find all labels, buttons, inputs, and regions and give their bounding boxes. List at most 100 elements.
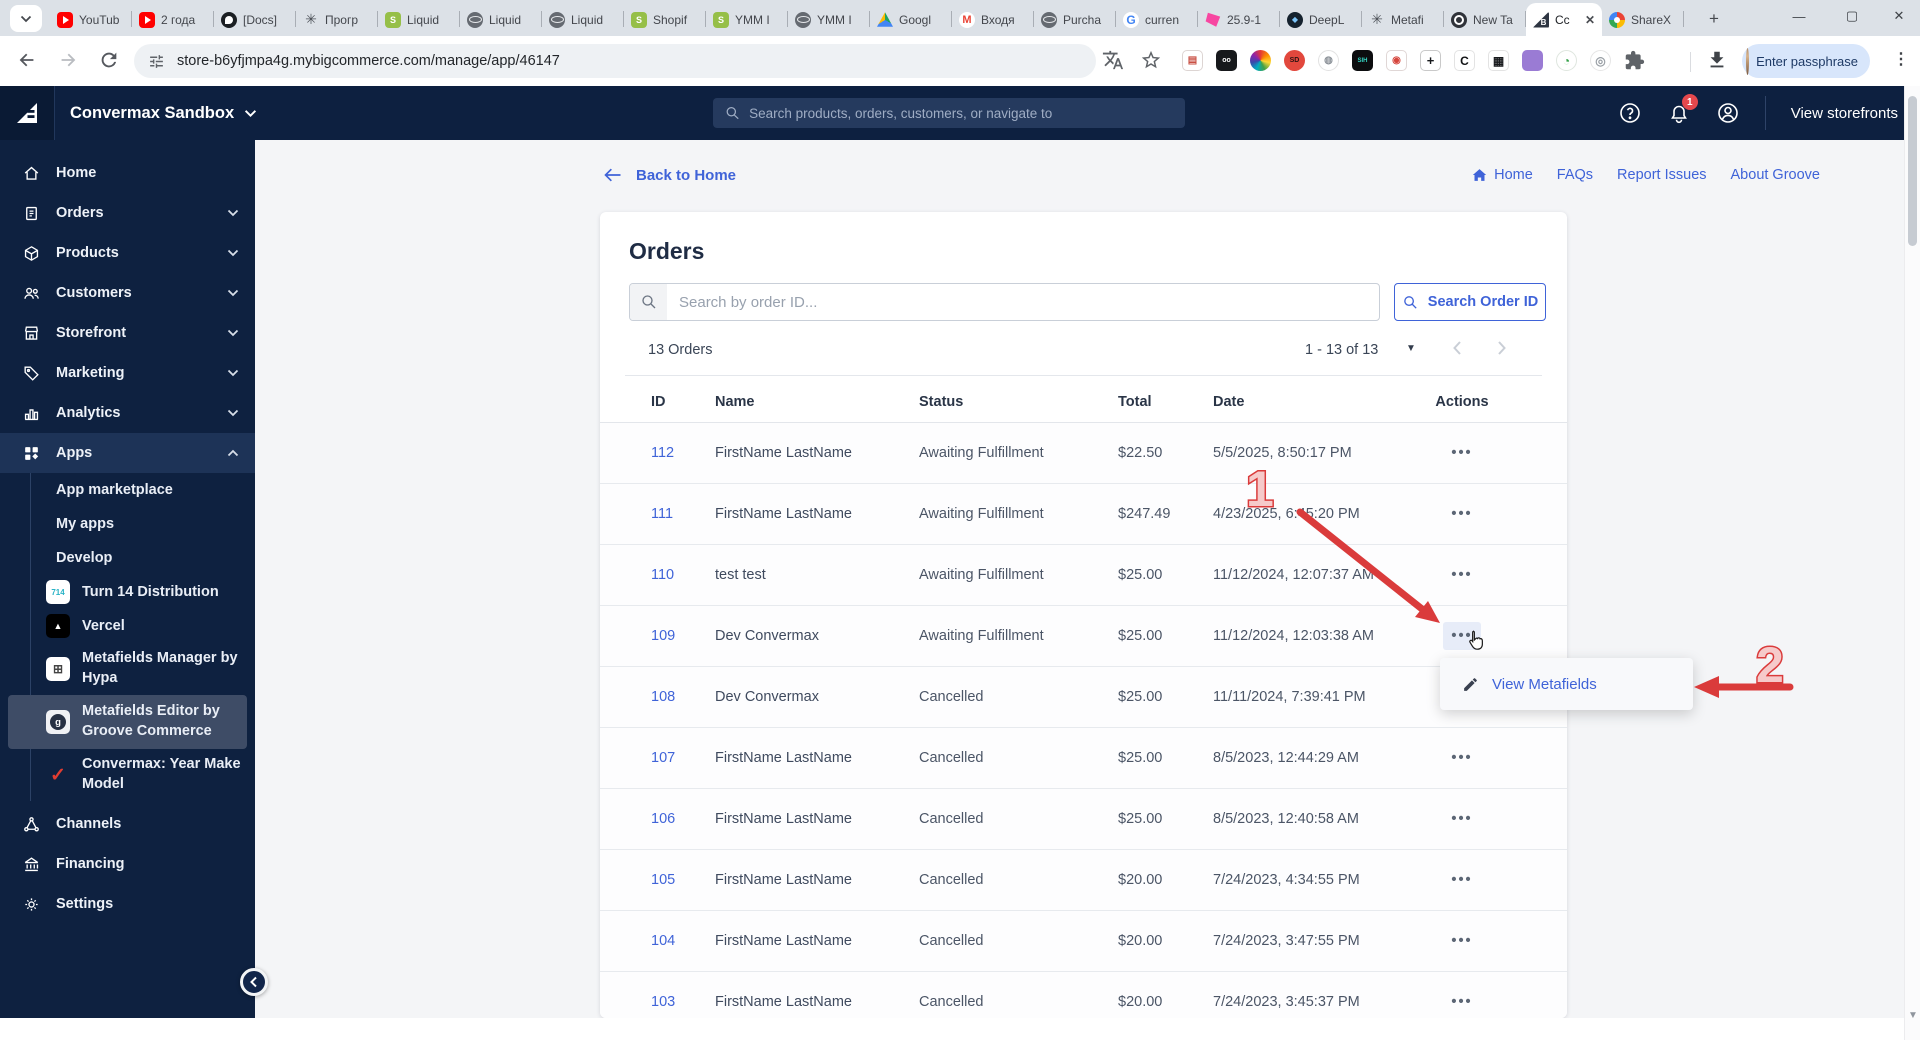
page-scrollbar[interactable]: ▼	[1904, 86, 1920, 1040]
sidebar-item-analytics[interactable]: Analytics	[0, 393, 255, 433]
puzzle-ext-icon[interactable]	[1624, 50, 1645, 71]
sidebar-item-marketing[interactable]: Marketing	[0, 353, 255, 393]
globe-dots-ext-icon[interactable]: ◍	[1318, 50, 1339, 71]
notifications-bell-icon[interactable]: 1	[1667, 94, 1698, 125]
global-search-input[interactable]	[749, 105, 1173, 121]
order-id-link[interactable]: 110	[651, 567, 674, 583]
rings-ext-icon[interactable]: ◎	[1590, 50, 1611, 71]
browser-tab[interactable]: YouTub	[50, 3, 132, 36]
scrollbar-thumb[interactable]	[1908, 96, 1917, 246]
store-switcher[interactable]: Convermax Sandbox	[70, 86, 257, 140]
bigcommerce-logo[interactable]	[0, 86, 55, 140]
order-id-link[interactable]: 112	[651, 445, 674, 461]
nav-link-about-groove[interactable]: About Groove	[1731, 167, 1820, 183]
order-actions-button[interactable]: •••	[1443, 500, 1480, 528]
order-id-link[interactable]: 111	[651, 506, 673, 522]
help-icon[interactable]	[1618, 101, 1642, 125]
browser-tab[interactable]: 2 года	[132, 3, 214, 36]
green-globe-ext-icon[interactable]: ◔	[1556, 50, 1577, 71]
browser-tab-active[interactable]: Cc ✕	[1526, 3, 1602, 36]
browser-tab[interactable]: YMM I	[788, 3, 870, 36]
order-actions-button[interactable]: •••	[1443, 744, 1480, 772]
recorder-ext-icon[interactable]: ◉	[1386, 50, 1407, 71]
browser-tab[interactable]: Shopif	[624, 3, 706, 36]
order-actions-button[interactable]: •••	[1443, 439, 1480, 467]
new-tab-button[interactable]: +	[1700, 6, 1728, 32]
browser-tab[interactable]: curren	[1116, 3, 1198, 36]
sidebar-subitem-convermax-year-make-model[interactable]: ✓ Convermax: Year Make Model	[0, 749, 255, 801]
sidebar-subitem-my-apps[interactable]: My apps	[0, 507, 255, 541]
pagination-prev-button[interactable]	[1448, 338, 1470, 360]
browser-tab[interactable]: Liquid	[460, 3, 542, 36]
view-metafields-menu-item[interactable]: View Metafields	[1492, 676, 1597, 693]
browser-tab[interactable]: 25.9-1	[1198, 3, 1280, 36]
sidebar-subitem-metafields-manager-by-hypa[interactable]: ⊞ Metafields Manager by Hypa	[0, 643, 255, 695]
sd-ext-icon[interactable]: SD	[1284, 50, 1305, 71]
qr-ext-icon[interactable]: ▦	[1488, 50, 1509, 71]
nav-link-report-issues[interactable]: Report Issues	[1617, 167, 1706, 183]
search-order-id-button[interactable]: Search Order ID	[1394, 283, 1546, 321]
profile-button[interactable]: Enter passphrase	[1742, 44, 1870, 78]
sidebar-item-storefront[interactable]: Storefront	[0, 313, 255, 353]
forward-button[interactable]	[57, 49, 81, 73]
order-actions-button[interactable]: •••	[1443, 866, 1480, 894]
nav-link-home[interactable]: Home	[1472, 167, 1533, 183]
browser-tab[interactable]: DeepL	[1280, 3, 1362, 36]
order-actions-button[interactable]: •••	[1443, 927, 1480, 955]
sidebar-item-channels[interactable]: Channels	[0, 804, 255, 844]
tab-close-icon[interactable]: ✕	[1585, 13, 1595, 27]
order-search-input[interactable]	[667, 293, 1379, 311]
translate-icon[interactable]	[1102, 49, 1126, 73]
sidebar-item-orders[interactable]: Orders	[0, 193, 255, 233]
crop-ext-icon[interactable]: +	[1420, 50, 1441, 71]
browser-tab[interactable]: Liquid	[542, 3, 624, 36]
sidebar-item-products[interactable]: Products	[0, 233, 255, 273]
sidebar-item-customers[interactable]: Customers	[0, 273, 255, 313]
c-arc-ext-icon[interactable]: C	[1454, 50, 1475, 71]
color-wheel-ext-icon[interactable]	[1250, 50, 1271, 71]
doc-off-ext-icon[interactable]: ▤	[1182, 50, 1203, 71]
order-actions-button[interactable]: •••	[1443, 805, 1480, 833]
browser-tab[interactable]: Liquid	[378, 3, 460, 36]
sidebar-item-settings[interactable]: Settings	[0, 884, 255, 924]
browser-tab[interactable]: Входя	[952, 3, 1034, 36]
pagination-next-button[interactable]	[1491, 338, 1513, 360]
sidebar-item-apps[interactable]: Apps	[0, 433, 255, 473]
browser-tab[interactable]: [Docs]	[214, 3, 296, 36]
window-close-button[interactable]: ✕	[1880, 0, 1918, 32]
nav-link-faqs[interactable]: FAQs	[1557, 167, 1593, 183]
view-storefronts-button[interactable]: View storefronts	[1791, 105, 1906, 122]
scrollbar-down-arrow[interactable]: ▼	[1908, 1010, 1918, 1021]
browser-menu-icon[interactable]: ⋮	[1893, 49, 1909, 69]
downloads-icon[interactable]	[1706, 49, 1730, 73]
order-id-link[interactable]: 107	[651, 750, 675, 766]
order-id-link[interactable]: 104	[651, 933, 675, 949]
browser-tab[interactable]: Googl	[870, 3, 952, 36]
browser-tab[interactable]: Purcha	[1034, 3, 1116, 36]
browser-tab[interactable]: Metafi	[1362, 3, 1444, 36]
account-icon[interactable]	[1716, 101, 1740, 125]
sidebar-subitem-vercel[interactable]: ▲ Vercel	[0, 609, 255, 643]
browser-tab[interactable]: YMM I	[706, 3, 788, 36]
back-button[interactable]	[16, 49, 40, 73]
browser-tab[interactable]: New Ta	[1444, 3, 1526, 36]
back-to-home-link[interactable]: Back to Home	[603, 166, 736, 184]
pagination-caret-icon[interactable]: ▼	[1406, 343, 1416, 354]
browser-tab[interactable]: ShareX	[1602, 3, 1684, 36]
bookmark-star-icon[interactable]	[1140, 49, 1164, 73]
reload-button[interactable]	[98, 49, 122, 73]
order-id-link[interactable]: 108	[651, 689, 675, 705]
order-actions-button[interactable]: •••	[1443, 988, 1480, 1016]
sidebar-item-home[interactable]: Home	[0, 153, 255, 193]
sidebar-subitem-develop[interactable]: Develop	[0, 541, 255, 575]
global-search[interactable]	[713, 98, 1185, 128]
sidebar-subitem-app-marketplace[interactable]: App marketplace	[0, 473, 255, 507]
address-bar[interactable]: store-b6yfjmpa4g.mybigcommerce.com/manag…	[134, 44, 1096, 78]
window-maximize-button[interactable]: ▢	[1833, 0, 1871, 32]
sih-ext-icon[interactable]: SIH	[1352, 50, 1373, 71]
order-id-link[interactable]: 103	[651, 994, 675, 1010]
sidebar-subitem-turn-14-distribution[interactable]: 714 Turn 14 Distribution	[0, 575, 255, 609]
sidebar-subitem-metafields-editor-by-groove-commerce[interactable]: g Metafields Editor by Groove Commerce	[8, 695, 247, 749]
glasses-ext-icon[interactable]: oo	[1216, 50, 1237, 71]
order-id-link[interactable]: 109	[651, 628, 675, 644]
